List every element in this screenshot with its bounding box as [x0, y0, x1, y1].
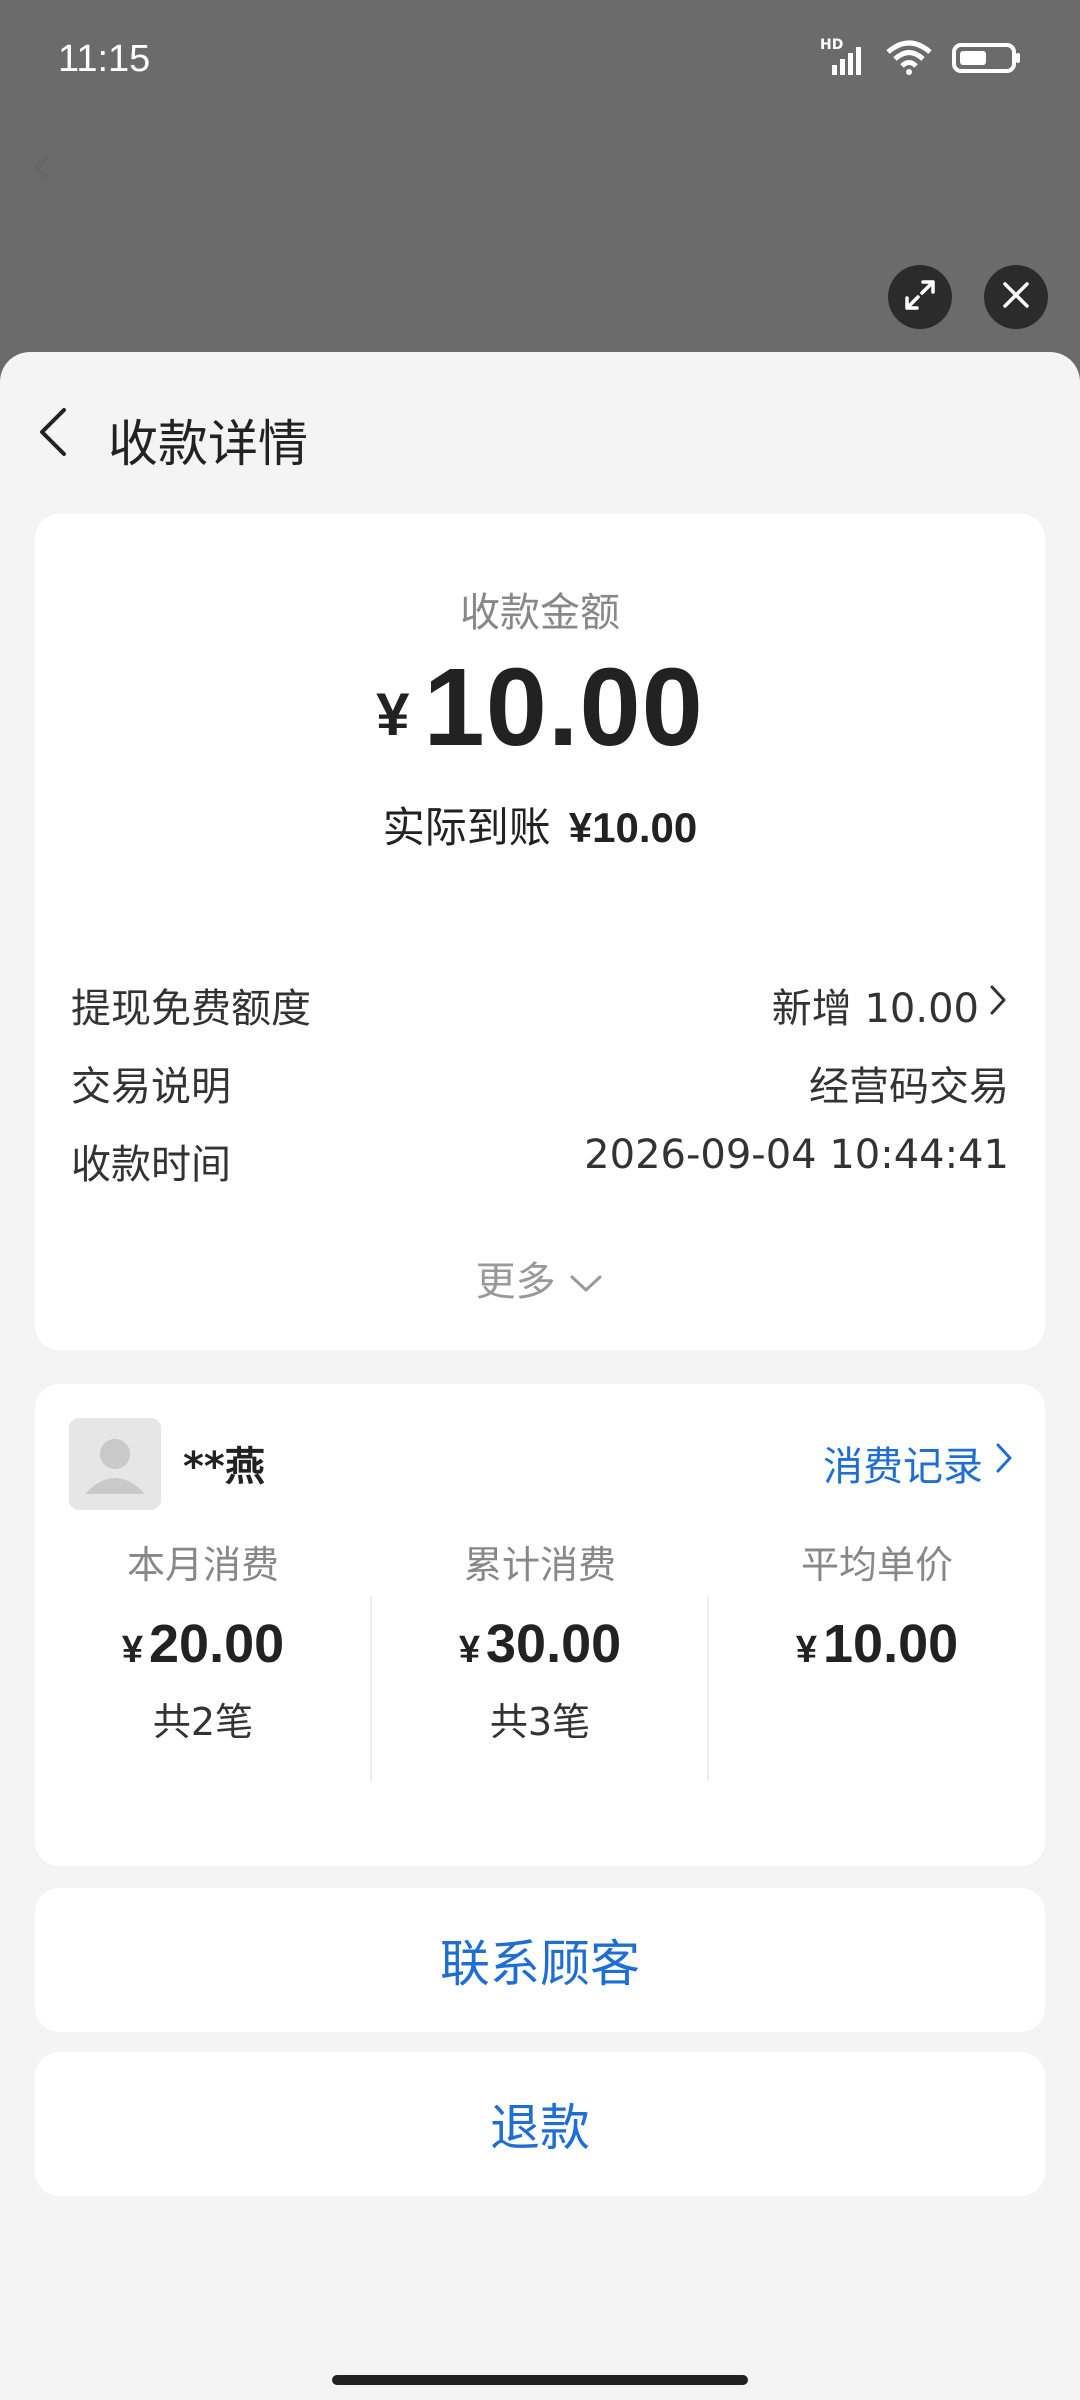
- refund-button[interactable]: 退款: [35, 2052, 1045, 2196]
- detail-label: 收款时间: [71, 1142, 231, 1188]
- customer-name: **燕: [183, 1444, 265, 1490]
- actual-received: 实际到账 ¥10.00: [35, 794, 1045, 855]
- status-time: 11:15: [58, 38, 151, 80]
- close-icon: [1001, 280, 1031, 314]
- battery-icon: [952, 41, 1022, 79]
- detail-row-description: 交易说明 经营码交易: [71, 1054, 1009, 1114]
- stat-monthly: 本月消费 ¥20.00 共2笔: [35, 1534, 371, 1746]
- detail-row-free-quota[interactable]: 提现免费额度 新增 10.00: [71, 976, 1009, 1036]
- consumption-records-link[interactable]: 消费记录: [823, 1434, 1015, 1492]
- avatar: [69, 1418, 161, 1510]
- actual-value: ¥10.00: [568, 804, 698, 851]
- background-back-icon: ‹: [30, 130, 54, 200]
- stat-count: 共2笔: [152, 1700, 254, 1744]
- stat-title: 平均单价: [800, 1543, 953, 1587]
- stat-title: 本月消费: [126, 1543, 279, 1587]
- detail-label: 交易说明: [71, 1064, 231, 1110]
- signal-icon: HD: [820, 37, 866, 77]
- expand-icon: [903, 278, 937, 316]
- detail-value-wrap: 新增 10.00: [772, 976, 1009, 1034]
- stat-total: 累计消费 ¥30.00 共3笔: [372, 1534, 708, 1746]
- nav-bar: 收款详情: [0, 382, 1080, 482]
- stat-number: 30.00: [486, 1614, 622, 1674]
- detail-row-time: 收款时间 2026-09-04 10:44:41: [71, 1132, 1009, 1192]
- expand-button[interactable]: [888, 265, 952, 329]
- stat-currency: ¥: [795, 1629, 817, 1671]
- actual-label: 实际到账: [382, 803, 551, 852]
- chevron-down-icon: [568, 1259, 604, 1305]
- more-label: 更多: [475, 1259, 556, 1305]
- chevron-left-icon: [34, 408, 74, 466]
- stat-currency: ¥: [458, 1629, 480, 1671]
- detail-value: 经营码交易: [809, 1064, 1009, 1110]
- stat-number: 20.00: [149, 1614, 285, 1674]
- amount-number: 10.00: [423, 646, 704, 769]
- chevron-right-icon: [993, 1440, 1015, 1486]
- records-label: 消费记录: [823, 1444, 983, 1490]
- stat-value: ¥10.00: [709, 1613, 1045, 1675]
- chevron-right-icon: [987, 982, 1009, 1028]
- more-toggle[interactable]: 更多: [35, 1249, 1045, 1307]
- customer-card: **燕 消费记录 本月消费 ¥20.00 共2笔 累计消费 ¥30.00 共3笔…: [35, 1384, 1045, 1866]
- amount-card: 收款金额 ¥10.00 实际到账 ¥10.00 提现免费额度 新增 10.00 交…: [35, 514, 1045, 1350]
- wifi-icon: [884, 40, 934, 80]
- home-indicator[interactable]: [332, 2375, 748, 2385]
- stat-count: 共3笔: [489, 1700, 591, 1744]
- bottom-sheet: 收款详情 收款金额 ¥10.00 实际到账 ¥10.00 提现免费额度 新增 10…: [0, 352, 1080, 2400]
- refund-label: 退款: [490, 2099, 590, 2157]
- close-button[interactable]: [984, 265, 1048, 329]
- status-icons: HD: [820, 37, 1022, 80]
- status-bar: 11:15 HD: [0, 0, 1080, 130]
- detail-value: 2026-09-04 10:44:41: [584, 1132, 1009, 1178]
- stat-title: 累计消费: [463, 1543, 616, 1587]
- stat-number: 10.00: [823, 1614, 959, 1674]
- back-button[interactable]: [34, 402, 74, 462]
- stat-average: 平均单价 ¥10.00: [709, 1534, 1045, 1675]
- contact-customer-button[interactable]: 联系顾客: [35, 1888, 1045, 2032]
- page-title: 收款详情: [108, 415, 308, 473]
- stat-currency: ¥: [121, 1629, 143, 1671]
- stat-value: ¥20.00: [35, 1613, 371, 1675]
- amount-label: 收款金额: [460, 590, 620, 636]
- amount-value: ¥10.00: [35, 644, 1045, 771]
- stat-value: ¥30.00: [372, 1613, 708, 1675]
- amount-currency: ¥: [376, 681, 410, 748]
- contact-label: 联系顾客: [440, 1935, 640, 1993]
- detail-label: 提现免费额度: [71, 986, 311, 1032]
- network-label: HD: [820, 37, 844, 53]
- detail-value: 新增 10.00: [771, 986, 979, 1032]
